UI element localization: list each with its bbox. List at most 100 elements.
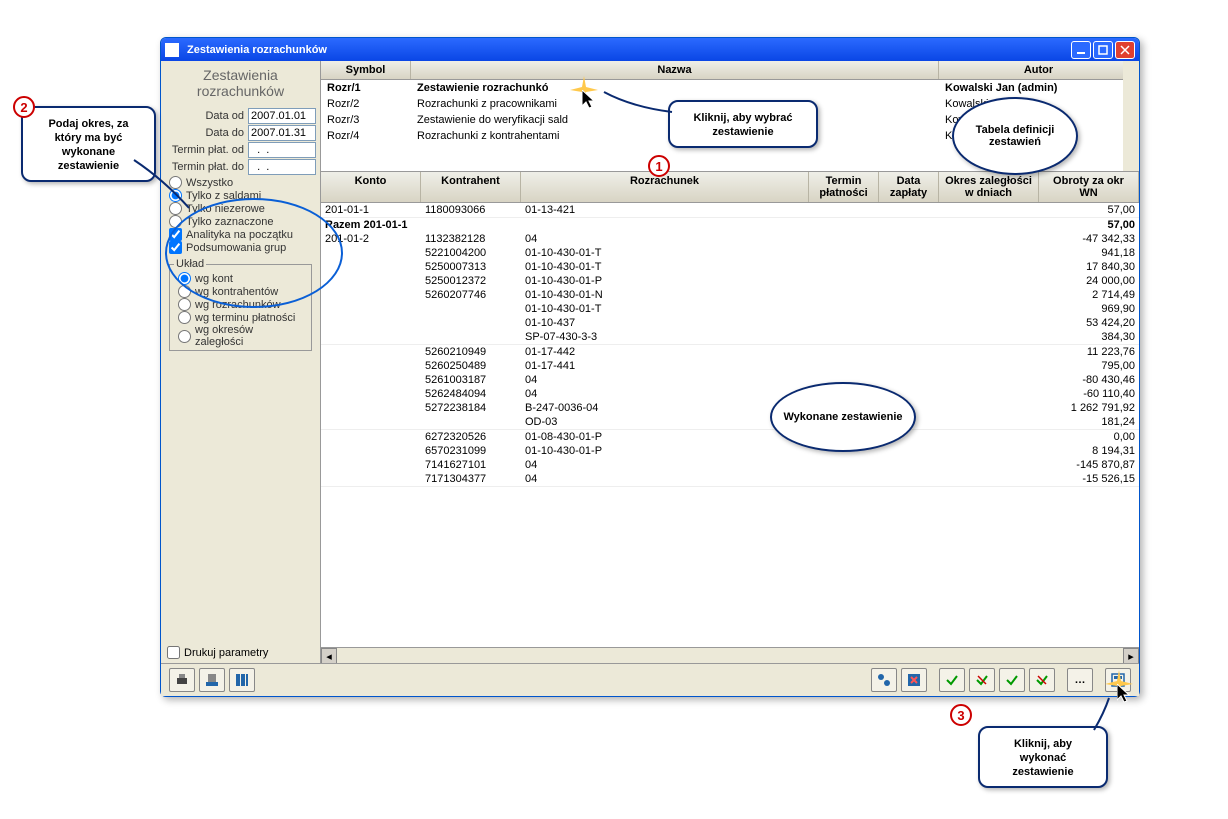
col-autor[interactable]: Autor bbox=[939, 61, 1139, 79]
cell-zaplaty bbox=[879, 444, 939, 458]
check3-button[interactable] bbox=[999, 668, 1025, 692]
table-row[interactable]: 657023109901-10-430-01-P8 194,31 bbox=[321, 444, 1139, 458]
cell-kontrahent: 5260207746 bbox=[421, 288, 521, 302]
radio-wg-kontr[interactable] bbox=[178, 285, 191, 298]
def-nazwa: Zestawienie rozrachunkó bbox=[411, 81, 939, 95]
input-tp-od[interactable] bbox=[248, 142, 316, 158]
maximize-button[interactable] bbox=[1093, 41, 1113, 59]
cell-obroty: 17 840,30 bbox=[1039, 260, 1139, 274]
col-termin-platnosci[interactable]: Termin płatności bbox=[809, 172, 879, 202]
label-wg-rozr: wg rozrachunków bbox=[195, 299, 281, 311]
export-button[interactable] bbox=[199, 668, 225, 692]
col-rozrachunek[interactable]: Rozrachunek bbox=[521, 172, 809, 202]
cell-kontrahent: 5261003187 bbox=[421, 373, 521, 387]
col-data-zaplaty[interactable]: Data zapłaty bbox=[879, 172, 939, 202]
cell-kontrahent: 5250007313 bbox=[421, 260, 521, 274]
table-row[interactable]: 525001237201-10-430-01-P24 000,00 bbox=[321, 274, 1139, 288]
data-hscroll[interactable]: ◂ ▸ bbox=[321, 647, 1139, 663]
cell-zaleglosci bbox=[939, 345, 1039, 359]
col-obroty[interactable]: Obroty za okrWN bbox=[1039, 172, 1139, 202]
cell-termin bbox=[809, 458, 879, 472]
radio-wg-term[interactable] bbox=[178, 311, 191, 324]
label-wg-kont: wg kont bbox=[195, 273, 233, 285]
check-podsumowania[interactable] bbox=[169, 241, 182, 254]
input-data-do[interactable] bbox=[248, 125, 316, 141]
cell-zaplaty bbox=[879, 316, 939, 330]
input-data-od[interactable] bbox=[248, 108, 316, 124]
radio-zaznaczone[interactable] bbox=[169, 215, 182, 228]
table-row[interactable]: 5272238184B-247-0036-041 262 791,92 bbox=[321, 401, 1139, 415]
uklad-legend: Układ bbox=[174, 258, 206, 270]
scroll-right-icon[interactable]: ▸ bbox=[1123, 648, 1139, 664]
cell-termin bbox=[809, 302, 879, 316]
cell-zaleglosci bbox=[939, 415, 1039, 429]
col-symbol[interactable]: Symbol bbox=[321, 61, 411, 79]
table-row[interactable]: 01-10-43753 424,20 bbox=[321, 316, 1139, 330]
param-fields: Data od Data do Termin płat. od Termin p… bbox=[161, 105, 320, 357]
table-row[interactable]: SP-07-430-3-3384,30 bbox=[321, 330, 1139, 345]
cell-konto bbox=[321, 302, 421, 316]
radio-wg-rozr[interactable] bbox=[178, 298, 191, 311]
table-row[interactable]: 717130437704-15 526,15 bbox=[321, 472, 1139, 487]
close-button[interactable] bbox=[1115, 41, 1135, 59]
label-wg-term: wg terminu płatności bbox=[195, 312, 295, 324]
radio-wg-kont[interactable] bbox=[178, 272, 191, 285]
cell-kontrahent bbox=[421, 302, 521, 316]
cell-kontrahent: 7171304377 bbox=[421, 472, 521, 486]
table-row[interactable]: 526020774601-10-430-01-N2 714,49 bbox=[321, 288, 1139, 302]
check-analityka[interactable] bbox=[169, 228, 182, 241]
table-row[interactable]: 526248409404-60 110,40 bbox=[321, 387, 1139, 401]
cell-konto bbox=[321, 288, 421, 302]
cell-konto bbox=[321, 246, 421, 260]
oval-top: Tabela definicji zestawień bbox=[952, 97, 1078, 175]
cell-zaplaty bbox=[879, 345, 939, 359]
cell-rozrachunek: B-247-0036-04 bbox=[521, 401, 809, 415]
cell-rozrachunek: 01-10-430-01-P bbox=[521, 444, 809, 458]
col-nazwa[interactable]: Nazwa bbox=[411, 61, 939, 79]
check4-button[interactable] bbox=[1029, 668, 1055, 692]
table-row[interactable]: 627232052601-08-430-01-P0,00 bbox=[321, 430, 1139, 444]
def-row[interactable]: Rozr/1Zestawienie rozrachunkóKowalski Ja… bbox=[321, 80, 1139, 96]
clear-button[interactable] bbox=[901, 668, 927, 692]
col-konto[interactable]: Konto bbox=[321, 172, 421, 202]
minimize-button[interactable] bbox=[1071, 41, 1091, 59]
label-tp-od: Termin płat. od bbox=[165, 144, 248, 156]
col-kontrahent[interactable]: Kontrahent bbox=[421, 172, 521, 202]
table-row[interactable]: 201-01-1118009306601-13-42157,00 bbox=[321, 203, 1139, 218]
cell-konto: Razem 201-01-1 bbox=[321, 218, 421, 232]
cell-konto: 201-01-1 bbox=[321, 203, 421, 217]
table-row[interactable]: 522100420001-10-430-01-T941,18 bbox=[321, 246, 1139, 260]
cell-konto bbox=[321, 472, 421, 486]
col-okres-zaleglosci[interactable]: Okres zaległości w dniach bbox=[939, 172, 1039, 202]
label-data-do: Data do bbox=[165, 127, 248, 139]
table-row[interactable]: 714162710104-145 870,87 bbox=[321, 458, 1139, 472]
table-row[interactable]: OD-03181,24 bbox=[321, 415, 1139, 430]
table-row[interactable]: 525000731301-10-430-01-T17 840,30 bbox=[321, 260, 1139, 274]
table-row[interactable]: 01-10-430-01-T969,90 bbox=[321, 302, 1139, 316]
scroll-left-icon[interactable]: ◂ bbox=[321, 648, 337, 664]
table-row[interactable]: 201-01-2113238212804-47 342,33 bbox=[321, 232, 1139, 246]
table-row[interactable]: 526025048901-17-441795,00 bbox=[321, 359, 1139, 373]
config-button[interactable] bbox=[871, 668, 897, 692]
cell-zaleglosci bbox=[939, 260, 1039, 274]
table-row[interactable]: 526100318704-80 430,46 bbox=[321, 373, 1139, 387]
more-button[interactable]: … bbox=[1067, 668, 1093, 692]
window-title: Zestawienia rozrachunków bbox=[183, 44, 1069, 56]
def-vscroll[interactable] bbox=[1123, 61, 1139, 171]
check-drukuj-parametry[interactable] bbox=[167, 646, 180, 659]
cell-obroty: -60 110,40 bbox=[1039, 387, 1139, 401]
check1-button[interactable] bbox=[939, 668, 965, 692]
check2-button[interactable] bbox=[969, 668, 995, 692]
left-pane: Zestawienia rozrachunków Data od Data do… bbox=[161, 61, 321, 663]
cell-obroty: 11 223,76 bbox=[1039, 345, 1139, 359]
cell-obroty: 941,18 bbox=[1039, 246, 1139, 260]
cell-zaleglosci bbox=[939, 302, 1039, 316]
print-button[interactable] bbox=[169, 668, 195, 692]
cell-obroty: 57,00 bbox=[1039, 218, 1139, 232]
input-tp-do[interactable] bbox=[248, 159, 316, 175]
table-row[interactable]: 526021094901-17-44211 223,76 bbox=[321, 345, 1139, 359]
table-row[interactable]: Razem 201-01-1 57,00 bbox=[321, 218, 1139, 232]
columns-button[interactable] bbox=[229, 668, 255, 692]
uklad-group: Układ wg kont wg kontrahentów wg rozrach… bbox=[169, 258, 312, 351]
radio-wg-okr[interactable] bbox=[178, 330, 191, 343]
